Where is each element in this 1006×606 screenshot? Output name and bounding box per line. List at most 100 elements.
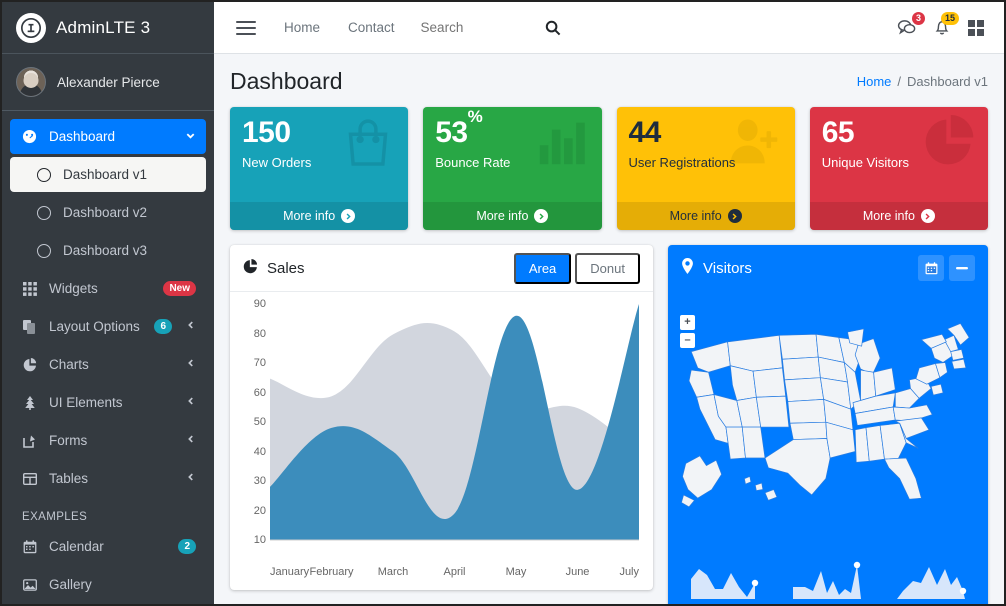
search-icon[interactable] (545, 20, 561, 36)
sidebar-item-layout-options[interactable]: Layout Options 6 (10, 309, 206, 344)
sidebar-item-calendar[interactable]: Calendar 2 (10, 529, 206, 564)
sidebar-badge-new: New (163, 281, 196, 296)
chart-x-axis: January February March April May June July (270, 566, 639, 584)
sidebar-item-forms[interactable]: Forms (10, 423, 206, 458)
sales-area-chart[interactable]: 10 20 30 40 50 60 70 80 90 January February March A… (240, 298, 643, 584)
stat-label: User Registrations (628, 154, 736, 170)
hamburger-icon[interactable] (236, 20, 256, 35)
sidebar-item-label: Gallery (49, 577, 92, 592)
chart-x-tick: May (505, 566, 527, 578)
chart-x-tick: February (309, 566, 354, 578)
sidebar-item-label: Tables (49, 471, 89, 486)
stat-footer-label: More info (476, 209, 529, 223)
chart-type-area-button[interactable]: Area (513, 252, 572, 284)
sidebar-item-label: Dashboard v3 (63, 243, 148, 258)
sparkline-visitors[interactable]: Visitors (672, 559, 776, 604)
navbar-link-home[interactable]: Home (270, 20, 334, 35)
breadcrumb-item-home[interactable]: Home (857, 74, 892, 89)
sidebar-item-label: Calendar (49, 539, 104, 554)
sidebar-nav: Dashboard Dashboard v1 Dashboard v2 Dash… (2, 111, 214, 602)
visitors-map-card: Visitors + – (668, 245, 988, 604)
stat-footer-link[interactable]: More info (809, 202, 988, 230)
sidebar-item-widgets[interactable]: Widgets New (10, 271, 206, 306)
content-wrapper: Home Contact 3 15 (214, 2, 1004, 604)
sales-card: Sales Area Donut 10 20 30 40 50 60 70 80 90 (230, 245, 653, 590)
map-zoom-controls: + – (680, 315, 695, 351)
chevron-left-icon[interactable] (186, 320, 196, 333)
calendar-icon (20, 539, 39, 554)
sidebar-item-charts[interactable]: Charts (10, 347, 206, 382)
stat-card-user-registrations[interactable]: 44 User Registrations More info (616, 107, 795, 230)
chart-x-tick: January (270, 566, 310, 578)
sidebar-item-dashboard-v1[interactable]: Dashboard v1 (10, 157, 206, 192)
user-panel[interactable]: Alexander Pierce (2, 54, 214, 111)
us-map[interactable]: + – (668, 291, 988, 553)
chart-y-tick: 30 (253, 475, 266, 487)
stat-footer-label: More info (283, 209, 336, 223)
chart-y-tick: 40 (253, 445, 266, 458)
stat-footer-link[interactable]: More info (230, 202, 409, 230)
stat-label: Bounce Rate (435, 154, 511, 170)
card-title: Visitors (681, 258, 918, 278)
pie-chart-icon (243, 258, 258, 278)
sparkline-online[interactable]: Online (776, 559, 880, 604)
th-large-icon[interactable] (968, 19, 984, 36)
stat-cards-row: 150 New Orders More info 53% Bounce Rate… (230, 107, 988, 230)
bell-icon[interactable]: 15 (934, 12, 959, 36)
stat-card-bounce-rate[interactable]: 53% Bounce Rate More info (423, 107, 602, 230)
search-input[interactable] (420, 20, 531, 35)
user-name: Alexander Pierce (57, 74, 160, 90)
minus-icon[interactable] (949, 255, 975, 281)
sidebar-item-label: Dashboard v1 (63, 167, 148, 182)
messages-icon[interactable]: 3 (897, 12, 925, 36)
brand-link[interactable]: AdminLTE 3 (2, 2, 214, 54)
sparkline-chart (793, 561, 861, 599)
chart-y-tick: 20 (253, 504, 266, 517)
stat-value: 65 (821, 116, 855, 149)
chevron-left-icon[interactable] (186, 472, 196, 485)
stat-card-unique-visitors[interactable]: 65 Unique Visitors More info (809, 107, 988, 230)
us-map-svg (681, 323, 970, 508)
circle-icon (34, 205, 53, 220)
chart-type-donut-button[interactable]: Donut (575, 252, 640, 284)
sidebar-item-gallery[interactable]: Gallery (10, 567, 206, 602)
stat-card-new-orders[interactable]: 150 New Orders More info (230, 107, 409, 230)
sidebar-item-tables[interactable]: Tables (10, 461, 206, 496)
notifications-badge: 15 (940, 12, 959, 25)
stat-value-suffix: % (467, 107, 483, 126)
visitors-card-tools (918, 255, 975, 281)
content-header: Dashboard Home / Dashboard v1 (214, 54, 1004, 107)
chevron-left-icon[interactable] (186, 396, 196, 409)
sparkline-chart (691, 569, 759, 599)
chevron-left-icon[interactable] (186, 358, 196, 371)
sidebar-item-label: Forms (49, 433, 88, 448)
table-icon (20, 472, 39, 486)
main-row: Sales Area Donut 10 20 30 40 50 60 70 80 90 (230, 230, 988, 604)
map-zoom-in-button[interactable]: + (680, 315, 695, 330)
stat-footer-link[interactable]: More info (616, 202, 795, 230)
sidebar: AdminLTE 3 Alexander Pierce Dashboard Da… (2, 2, 214, 604)
chevron-left-icon[interactable] (186, 434, 196, 447)
stat-value: 53 (435, 116, 468, 149)
circle-icon (34, 243, 53, 258)
th-icon (20, 281, 39, 296)
sidebar-item-dashboard[interactable]: Dashboard (10, 119, 206, 154)
brand-title: AdminLTE 3 (56, 17, 151, 37)
sidebar-item-ui-elements[interactable]: UI Elements (10, 385, 206, 420)
stat-footer-link[interactable]: More info (423, 202, 602, 230)
chevron-down-icon[interactable] (185, 130, 196, 144)
visitors-card-title-label: Visitors (703, 259, 752, 277)
map-zoom-out-button[interactable]: – (680, 333, 695, 348)
content: 150 New Orders More info 53% Bounce Rate… (214, 107, 1004, 604)
sidebar-item-dashboard-v3[interactable]: Dashboard v3 (10, 233, 206, 268)
arrow-circle-right-icon (727, 209, 742, 223)
adminlte-logo-icon (16, 12, 46, 43)
stat-value: 44 (628, 116, 662, 149)
sparkline-sales[interactable]: Sales (880, 559, 984, 604)
stat-footer-label: More info (862, 209, 915, 223)
sidebar-item-label: Widgets (49, 281, 98, 296)
sidebar-header-examples: EXAMPLES (22, 511, 88, 523)
sidebar-item-dashboard-v2[interactable]: Dashboard v2 (10, 195, 206, 230)
calendar-icon[interactable] (918, 255, 944, 281)
navbar-link-contact[interactable]: Contact (334, 20, 409, 35)
